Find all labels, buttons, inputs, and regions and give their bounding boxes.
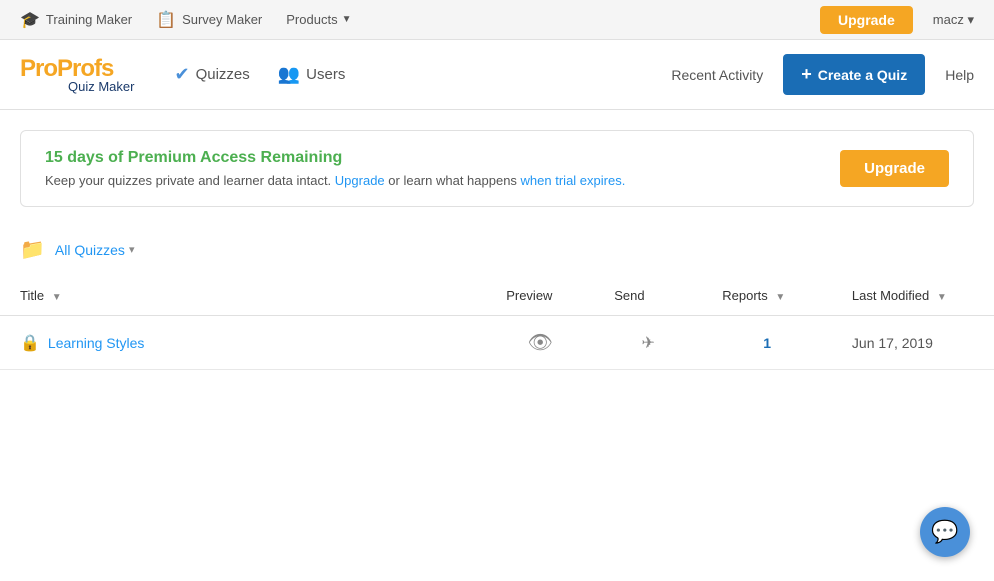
quizzes-selector: 📁 All Quizzes ▾ <box>0 227 994 272</box>
user-menu-arrow: ▾ <box>967 12 974 27</box>
col-header-reports[interactable]: Reports ▼ <box>702 276 832 316</box>
table-row: 🔒 Learning Styles 👁 ✈ 1 Jun 17, 2019 <box>0 316 994 370</box>
logo-profs: Profs <box>57 55 113 82</box>
cell-reports[interactable]: 1 <box>702 316 832 370</box>
all-quizzes-label: All Quizzes <box>55 242 125 258</box>
table-body: 🔒 Learning Styles 👁 ✈ 1 Jun 17, 2019 <box>0 316 994 370</box>
preview-icon[interactable]: 👁 <box>528 332 553 354</box>
col-header-last-modified[interactable]: Last Modified ▼ <box>832 276 994 316</box>
banner-upgrade-link[interactable]: Upgrade <box>335 173 385 188</box>
survey-maker-link[interactable]: 📋 Survey Maker <box>156 10 262 30</box>
plus-icon: + <box>801 64 812 85</box>
logo: ProProfs Quiz Maker <box>20 55 134 94</box>
banner-expires-link[interactable]: when trial expires. <box>521 173 626 188</box>
cell-title: 🔒 Learning Styles <box>0 316 486 370</box>
col-header-send: Send <box>594 276 702 316</box>
cell-last-modified: Jun 17, 2019 <box>832 316 994 370</box>
logo-pro: Pro <box>20 55 57 82</box>
chat-icon: 💬 <box>931 519 958 545</box>
lastmod-sort-arrow: ▼ <box>937 292 947 303</box>
quizzes-label: Quizzes <box>196 66 250 83</box>
title-sort-arrow: ▼ <box>52 292 62 303</box>
user-menu[interactable]: macz ▾ <box>933 12 974 28</box>
user-name: macz <box>933 12 964 27</box>
send-icon[interactable]: ✈ <box>642 335 655 352</box>
quizzes-nav-item[interactable]: ✔ Quizzes <box>174 64 249 85</box>
users-icon: 👥 <box>278 64 300 85</box>
users-nav-item[interactable]: 👥 Users <box>278 64 346 85</box>
top-nav: 🎓 Training Maker 📋 Survey Maker Products… <box>0 0 994 40</box>
premium-banner: 15 days of Premium Access Remaining Keep… <box>20 130 974 207</box>
cell-preview: 👁 <box>486 316 594 370</box>
survey-maker-label: Survey Maker <box>182 12 262 27</box>
header-nav: ✔ Quizzes 👥 Users <box>174 64 373 85</box>
users-label: Users <box>306 66 345 83</box>
banner-upgrade-button[interactable]: Upgrade <box>840 150 949 187</box>
top-upgrade-button[interactable]: Upgrade <box>820 6 913 34</box>
cell-send: ✈ <box>594 316 702 370</box>
banner-desc-text1: Keep your quizzes private and learner da… <box>45 173 335 188</box>
quiz-title-link[interactable]: Learning Styles <box>48 335 145 351</box>
all-quizzes-arrow: ▾ <box>129 243 135 256</box>
col-header-title[interactable]: Title ▼ <box>0 276 486 316</box>
survey-maker-icon: 📋 <box>156 10 176 30</box>
banner-content: 15 days of Premium Access Remaining Keep… <box>45 149 625 188</box>
products-arrow: ▼ <box>342 14 352 25</box>
folder-icon: 📁 <box>20 237 45 262</box>
training-maker-icon: 🎓 <box>20 10 40 30</box>
create-quiz-label: Create a Quiz <box>818 67 907 83</box>
quiz-table: Title ▼ Preview Send Reports ▼ Last Modi… <box>0 276 994 370</box>
header-bar: ProProfs Quiz Maker ✔ Quizzes 👥 Users Re… <box>0 40 994 110</box>
all-quizzes-dropdown[interactable]: All Quizzes ▾ <box>55 242 135 258</box>
training-maker-link[interactable]: 🎓 Training Maker <box>20 10 132 30</box>
recent-activity-link[interactable]: Recent Activity <box>671 67 763 83</box>
help-link[interactable]: Help <box>945 67 974 83</box>
logo-subtitle: Quiz Maker <box>68 79 134 94</box>
banner-title: 15 days of Premium Access Remaining <box>45 149 625 167</box>
col-header-preview: Preview <box>486 276 594 316</box>
create-quiz-button[interactable]: + Create a Quiz <box>783 54 925 95</box>
banner-desc-text2: or learn what happens <box>385 173 521 188</box>
reports-sort-arrow: ▼ <box>775 292 785 303</box>
lock-icon: 🔒 <box>20 333 40 353</box>
chat-bubble[interactable]: 💬 <box>920 507 970 557</box>
quizzes-check-icon: ✔ <box>174 64 189 85</box>
table-header: Title ▼ Preview Send Reports ▼ Last Modi… <box>0 276 994 316</box>
training-maker-label: Training Maker <box>46 12 132 27</box>
banner-desc: Keep your quizzes private and learner da… <box>45 173 625 188</box>
products-link[interactable]: Products ▼ <box>286 12 351 27</box>
products-label: Products <box>286 12 337 27</box>
